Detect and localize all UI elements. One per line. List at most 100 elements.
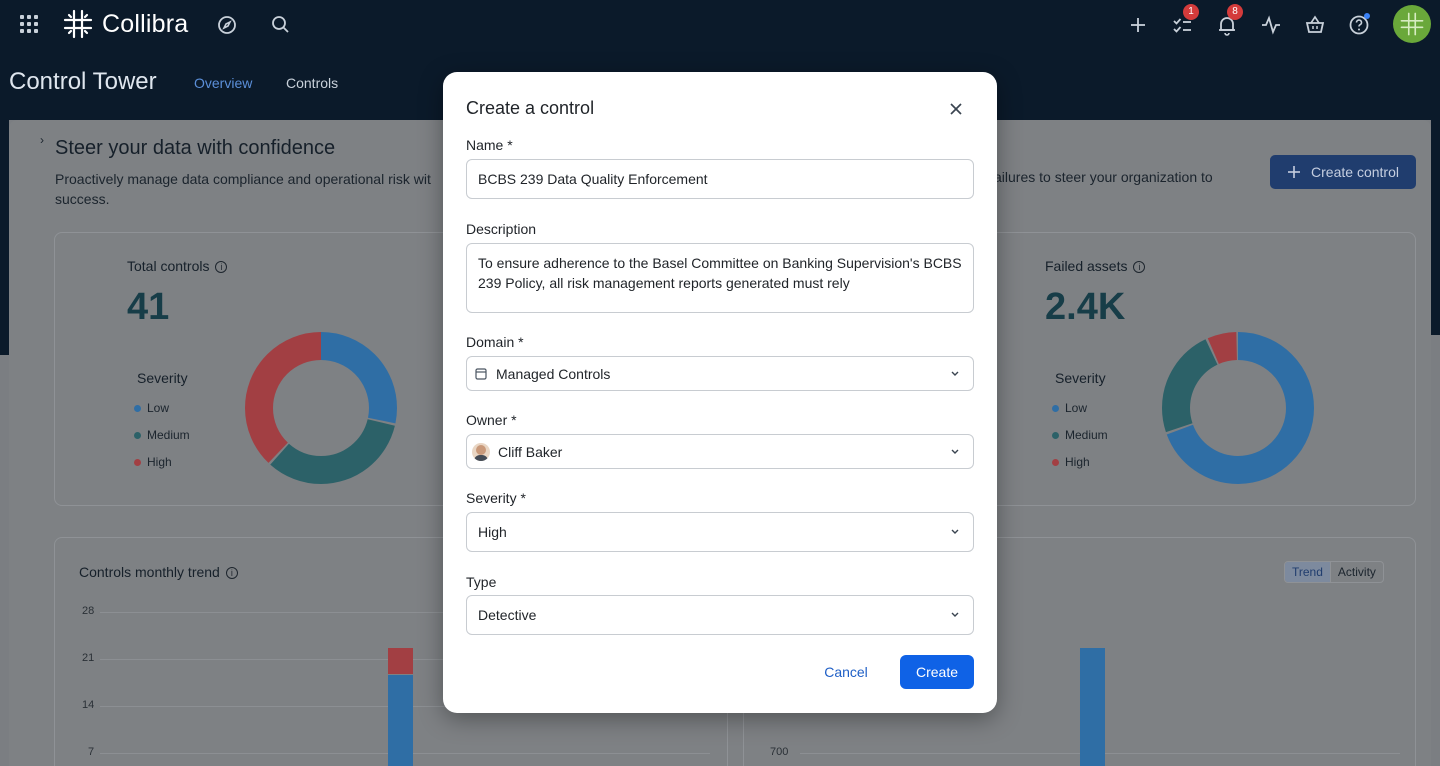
description-value: To ensure adherence to the Basel Committ… (478, 255, 962, 291)
close-icon (950, 103, 962, 115)
chevron-down-icon (951, 371, 959, 376)
create-control-dialog: Create a control Name * BCBS 239 Data Qu… (443, 72, 997, 713)
close-button[interactable] (945, 98, 967, 120)
trend-activity-toggle: Trend Activity (1284, 561, 1384, 583)
legend-label: Low (147, 401, 170, 415)
owner-avatar (472, 442, 490, 461)
trend-bar-low (388, 675, 413, 766)
tab-controls[interactable]: Controls (286, 75, 338, 91)
total-controls-label: Total controls i (127, 258, 228, 274)
domain-value: Managed Controls (496, 365, 611, 382)
legend-label: Low (1065, 401, 1088, 415)
type-label: Type (466, 574, 497, 590)
chevron-down-icon (951, 612, 959, 617)
legend-dot (1052, 431, 1059, 439)
activity-icon[interactable] (1259, 13, 1283, 37)
domain-icon (475, 367, 487, 380)
tasks-badge: 1 (1183, 4, 1199, 20)
y-tick-label: 14 (82, 699, 95, 711)
toggle-trend[interactable]: Trend (1285, 562, 1331, 582)
info-icon[interactable]: i (1133, 261, 1146, 274)
collibra-logo[interactable]: Collibra (62, 8, 188, 40)
page-title: Control Tower (9, 68, 157, 95)
severity-title: Severity (1055, 370, 1106, 386)
overview-description-fragment: ailures to steer your organization to (994, 169, 1213, 185)
toggle-activity[interactable]: Activity (1331, 562, 1383, 582)
legend-dot (134, 404, 141, 412)
severity-value: High (478, 524, 507, 540)
severity-title: Severity (137, 370, 188, 386)
info-icon[interactable]: i (225, 567, 238, 580)
severity-select[interactable]: High (466, 512, 974, 552)
total-controls-text: Total controls (127, 258, 210, 274)
create-control-button[interactable]: Create control (1270, 155, 1416, 189)
app-launcher-icon[interactable] (20, 15, 38, 33)
overlay-edge (0, 120, 9, 355)
cancel-button[interactable]: Cancel (813, 656, 879, 688)
owner-select[interactable]: Cliff Baker (466, 434, 974, 469)
severity-label: Severity * (466, 490, 526, 506)
owner-label: Owner * (466, 412, 517, 428)
legend-dot (1052, 404, 1059, 412)
chevron-down-icon (951, 529, 959, 534)
legend-high: High (134, 455, 172, 469)
failed-assets-value: 2.4K (1045, 286, 1126, 328)
search-icon[interactable] (269, 13, 293, 37)
legend-high: High (1052, 455, 1090, 469)
dialog-title: Create a control (466, 98, 595, 118)
y-tick-label: 7 (88, 746, 95, 758)
basket-icon[interactable] (1303, 13, 1327, 37)
legend-label: High (1065, 455, 1090, 469)
legend-label: High (147, 455, 172, 469)
overview-description-line: success. (55, 191, 110, 207)
owner-value: Cliff Baker (498, 443, 563, 460)
legend-medium: Medium (134, 428, 190, 442)
user-avatar[interactable] (1393, 5, 1431, 43)
tasks-icon[interactable]: 1 (1171, 4, 1199, 37)
domain-label: Domain * (466, 334, 524, 350)
type-select[interactable]: Detective (466, 595, 974, 635)
name-field[interactable]: BCBS 239 Data Quality Enforcement (466, 159, 974, 199)
overlay-edge (1431, 120, 1440, 335)
create-button[interactable]: Create (900, 655, 974, 689)
domain-select[interactable]: Managed Controls (466, 356, 974, 391)
notifications-badge: 8 (1227, 4, 1243, 20)
description-field[interactable]: To ensure adherence to the Basel Committ… (466, 243, 974, 313)
overview-heading: Steer your data with confidence (55, 137, 336, 159)
chevron-right-icon[interactable]: › (40, 133, 44, 147)
failed-assets-text: Failed assets (1045, 258, 1128, 274)
plus-icon[interactable] (1126, 13, 1150, 37)
legend-label: Medium (1065, 428, 1108, 442)
help-icon[interactable] (1347, 13, 1371, 37)
name-label: Name * (466, 137, 513, 153)
trend-bar-low (1080, 648, 1105, 766)
failed-assets-label: Failed assets i (1045, 258, 1146, 274)
y-tick-label: 21 (82, 652, 95, 664)
compass-icon[interactable] (215, 13, 239, 37)
plus-icon (1288, 166, 1301, 178)
app-name: Collibra (102, 9, 189, 38)
y-tick-label: 28 (82, 605, 95, 617)
legend-low: Low (1052, 401, 1087, 415)
legend-dot (134, 458, 141, 466)
y-tick-label: 700 (770, 746, 789, 758)
description-label: Description (466, 221, 537, 237)
name-value: BCBS 239 Data Quality Enforcement (478, 171, 708, 187)
tab-overview[interactable]: Overview (194, 75, 252, 91)
legend-dot (134, 431, 141, 439)
controls-severity-donut (245, 332, 397, 484)
trend-bar-high (388, 648, 413, 674)
collibra-logo-icon (63, 9, 93, 39)
chevron-down-icon (951, 449, 959, 454)
top-navigation-bar: Collibra 1 8 (0, 0, 1440, 50)
type-value: Detective (478, 607, 537, 623)
total-controls-value: 41 (127, 286, 170, 328)
assets-severity-donut (1162, 332, 1314, 484)
legend-dot (1052, 458, 1059, 466)
info-icon[interactable]: i (215, 261, 228, 274)
overview-description: Proactively manage data compliance and o… (55, 169, 431, 209)
user-avatar-icon (1400, 12, 1424, 36)
create-control-label: Create control (1311, 164, 1399, 180)
legend-low: Low (134, 401, 169, 415)
bell-icon[interactable]: 8 (1215, 4, 1243, 37)
